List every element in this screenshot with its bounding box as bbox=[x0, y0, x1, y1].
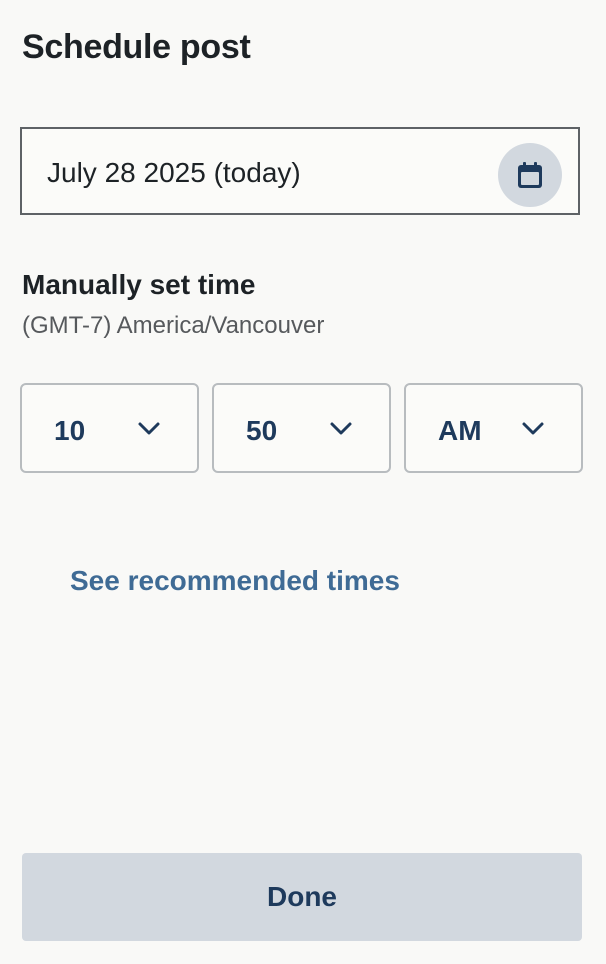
minute-select[interactable]: 50 bbox=[212, 383, 391, 473]
date-field[interactable]: July 28 2025 (today) bbox=[20, 127, 580, 215]
chevron-down-icon bbox=[138, 422, 160, 435]
see-recommended-times-link[interactable]: See recommended times bbox=[70, 565, 400, 597]
page-title: Schedule post bbox=[22, 28, 251, 66]
date-value: July 28 2025 (today) bbox=[47, 157, 301, 188]
manual-time-label: Manually set time bbox=[22, 269, 256, 300]
timezone-label: (GMT-7) America/Vancouver bbox=[22, 312, 325, 339]
chevron-down-icon bbox=[330, 422, 352, 435]
hour-select[interactable]: 10 bbox=[20, 383, 199, 473]
done-button[interactable]: Done bbox=[22, 853, 582, 941]
calendar-button[interactable] bbox=[498, 143, 562, 207]
chevron-down-icon bbox=[522, 422, 544, 435]
hour-value: 10 bbox=[54, 415, 86, 446]
minute-value: 50 bbox=[246, 415, 278, 446]
calendar-icon bbox=[518, 162, 542, 188]
period-value: AM bbox=[438, 415, 482, 446]
period-select[interactable]: AM bbox=[404, 383, 583, 473]
